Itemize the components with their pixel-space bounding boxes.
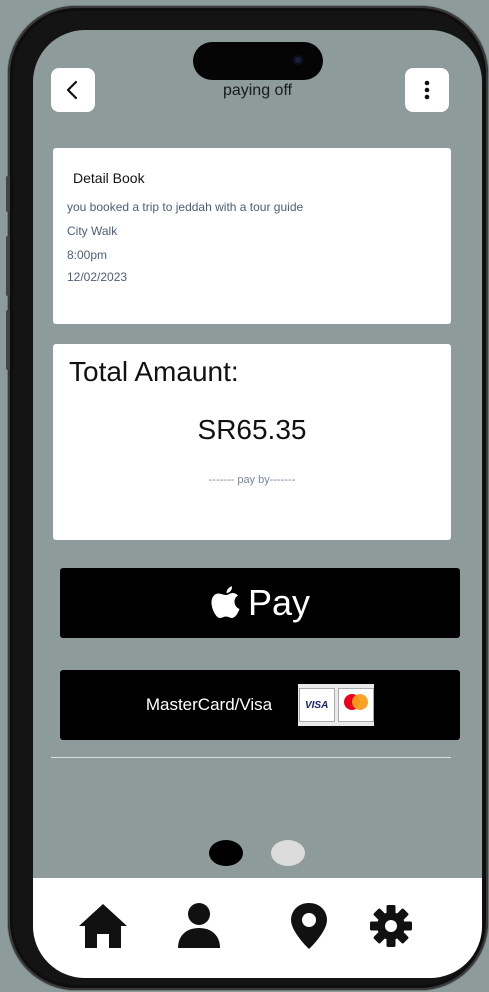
apple-pay-button[interactable]: Pay bbox=[60, 568, 460, 638]
screen: paying off Detail Book you booked a trip… bbox=[33, 30, 482, 978]
detail-heading: Detail Book bbox=[73, 170, 145, 186]
pay-by-divider: ------- pay by------- bbox=[208, 474, 296, 486]
tab-settings[interactable] bbox=[363, 898, 419, 954]
front-camera bbox=[293, 55, 303, 65]
dynamic-island bbox=[193, 42, 323, 80]
booking-detail-card: Detail Book you booked a trip to jeddah … bbox=[53, 148, 451, 324]
tab-location[interactable] bbox=[281, 898, 337, 954]
total-amount: SR65.35 bbox=[197, 414, 307, 445]
bottom-tab-bar bbox=[33, 878, 482, 978]
page-indicator-inactive[interactable] bbox=[271, 840, 305, 866]
visa-logo-icon: VISA bbox=[298, 688, 335, 722]
card-pay-button[interactable]: MasterCard/Visa VISA bbox=[60, 670, 460, 740]
detail-time: 8:00pm bbox=[67, 248, 108, 262]
profile-icon bbox=[178, 903, 220, 948]
detail-date: 12/02/2023 bbox=[67, 270, 128, 284]
total-label: Total Amaunt: bbox=[69, 356, 239, 387]
detail-place: City Walk bbox=[67, 224, 118, 238]
phone-frame: paying off Detail Book you booked a trip… bbox=[6, 6, 488, 990]
more-options-button[interactable] bbox=[405, 68, 449, 112]
apple-logo-icon bbox=[210, 585, 242, 621]
mastercard-logo-icon bbox=[337, 688, 374, 722]
tab-home[interactable] bbox=[75, 898, 131, 954]
volume-up-button bbox=[6, 236, 10, 296]
location-pin-icon bbox=[291, 903, 327, 949]
side-button bbox=[6, 176, 10, 212]
volume-down-button bbox=[6, 310, 10, 370]
home-icon bbox=[79, 904, 127, 948]
settings-gear-icon bbox=[370, 905, 412, 947]
total-amount-card: Total Amaunt: SR65.35 ------- pay by----… bbox=[53, 344, 451, 540]
divider bbox=[51, 757, 451, 758]
apple-pay-label: Pay bbox=[247, 582, 311, 623]
more-vertical-icon bbox=[424, 80, 430, 100]
card-logos: VISA bbox=[298, 684, 375, 726]
card-pay-label: MasterCard/Visa bbox=[145, 695, 273, 714]
detail-description: you booked a trip to jeddah with a tour … bbox=[67, 200, 304, 214]
page-indicator-active[interactable] bbox=[209, 840, 243, 866]
tab-profile[interactable] bbox=[171, 898, 227, 954]
